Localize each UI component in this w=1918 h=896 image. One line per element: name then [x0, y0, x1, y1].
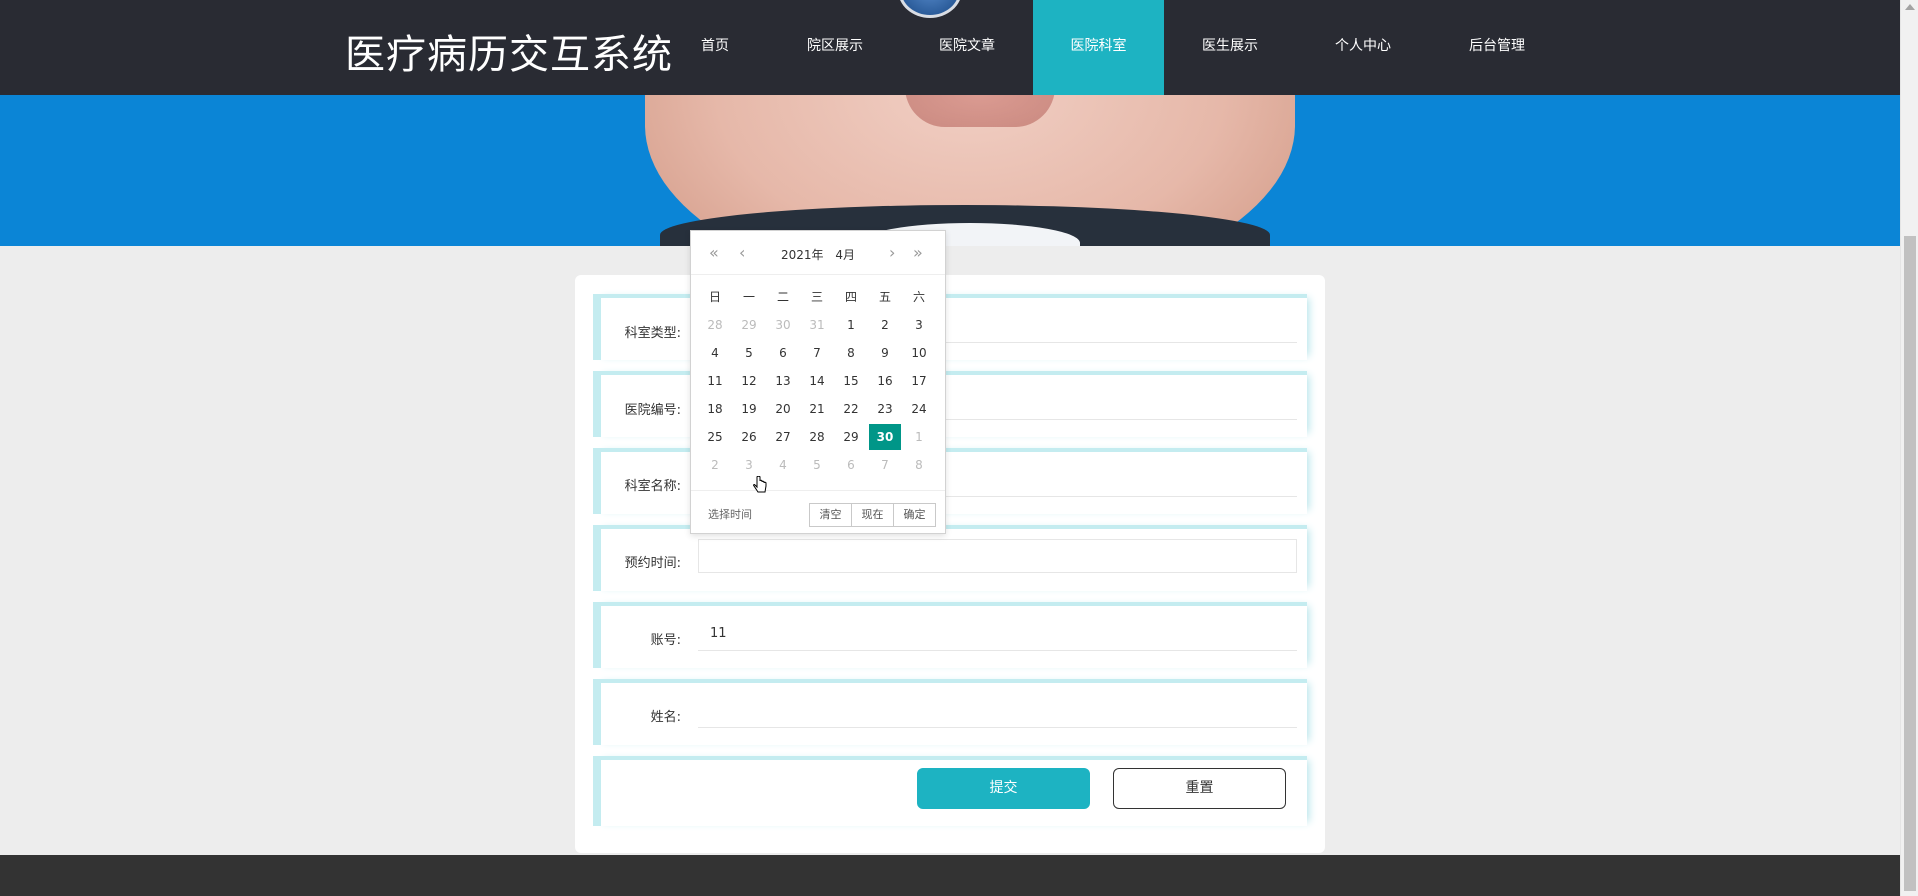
date-cell[interactable]: 15: [835, 368, 867, 394]
date-cell[interactable]: 4: [767, 452, 799, 478]
date-cell[interactable]: 11: [699, 368, 731, 394]
field-label: 科室名称:: [624, 479, 681, 494]
date-cell[interactable]: 6: [767, 340, 799, 366]
next-month-icon[interactable]: ›: [889, 243, 895, 262]
field-label: 科室类型:: [624, 326, 681, 341]
weekday-header: 三: [810, 290, 823, 304]
submit-button[interactable]: 提交: [917, 768, 1090, 809]
nav-item-admin[interactable]: 后台管理: [1452, 0, 1542, 95]
hand-cursor-icon: [753, 476, 767, 493]
date-cell[interactable]: 16: [869, 368, 901, 394]
date-cell[interactable]: 1: [835, 312, 867, 338]
weekday-header: 二: [776, 290, 789, 304]
date-cell[interactable]: 12: [733, 368, 765, 394]
now-button[interactable]: 现在: [851, 503, 894, 527]
account-input[interactable]: [698, 617, 1297, 651]
date-cell[interactable]: 7: [869, 452, 901, 478]
date-cell[interactable]: 7: [801, 340, 833, 366]
date-cell[interactable]: 31: [801, 312, 833, 338]
date-picker: « ‹ 2021年 4月 › » 日一二三四五六 28 29 30 31 1 2 3 4 5 6 7 8…: [690, 230, 946, 534]
date-cell[interactable]: 6: [835, 452, 867, 478]
date-cell[interactable]: 2: [699, 452, 731, 478]
form-row-account: 账号:: [593, 602, 1307, 668]
page-footer: [0, 855, 1900, 896]
nav-item-campus[interactable]: 院区展示: [790, 0, 880, 95]
date-cell[interactable]: 26: [733, 424, 765, 450]
weekday-header: 四: [844, 290, 857, 304]
field-label: 医院编号:: [624, 403, 681, 418]
site-brand[interactable]: 医疗病历交互系统: [345, 22, 673, 80]
month-selector[interactable]: 4月: [835, 248, 855, 262]
date-picker-title: 2021年 4月: [691, 246, 945, 263]
next-year-icon[interactable]: »: [913, 243, 923, 262]
date-cell[interactable]: 23: [869, 396, 901, 422]
date-cell[interactable]: 28: [801, 424, 833, 450]
banner-image: [0, 95, 1900, 246]
weekday-header: 六: [912, 290, 925, 304]
date-cell[interactable]: 18: [699, 396, 731, 422]
select-time-link[interactable]: 选择时间: [708, 506, 752, 522]
weekday-header: 五: [878, 290, 891, 304]
date-cell[interactable]: 25: [699, 424, 731, 450]
date-cell[interactable]: 9: [869, 340, 901, 366]
appointment-time-input[interactable]: [698, 539, 1297, 573]
scroll-thumb[interactable]: [1904, 236, 1916, 891]
date-cell[interactable]: 13: [767, 368, 799, 394]
field-label: 账号:: [650, 633, 681, 648]
date-cell[interactable]: 4: [699, 340, 731, 366]
weekday-header: 日: [708, 290, 721, 304]
date-cell[interactable]: 8: [835, 340, 867, 366]
date-cell[interactable]: 5: [733, 340, 765, 366]
weekday-header: 一: [742, 290, 755, 304]
date-cell[interactable]: 27: [767, 424, 799, 450]
field-label: 姓名:: [650, 710, 681, 725]
form-row-appointment-time: 预约时间:: [593, 525, 1307, 591]
date-cell[interactable]: 2: [869, 312, 901, 338]
field-label: 预约时间:: [624, 556, 681, 571]
date-cell[interactable]: 30: [767, 312, 799, 338]
date-cell[interactable]: 14: [801, 368, 833, 394]
date-cell[interactable]: 20: [767, 396, 799, 422]
nav-item-doctors[interactable]: 医生展示: [1185, 0, 1275, 95]
name-input[interactable]: [698, 694, 1297, 728]
date-picker-header: « ‹ 2021年 4月 › »: [691, 231, 945, 275]
nav-item-home[interactable]: 首页: [681, 0, 749, 95]
banner-lips: [905, 95, 1055, 127]
date-cell[interactable]: 24: [903, 396, 935, 422]
nav-item-departments[interactable]: 医院科室: [1033, 0, 1164, 95]
reset-button[interactable]: 重置: [1113, 768, 1286, 809]
top-navbar: 医疗病历交互系统 首页 院区展示 医院文章 医院科室 医生展示 个人中心 后台管…: [0, 0, 1900, 95]
scroll-up-arrow-icon[interactable]: [1905, 4, 1915, 10]
date-cell[interactable]: 22: [835, 396, 867, 422]
confirm-button[interactable]: 确定: [893, 503, 936, 527]
form-row-name: 姓名:: [593, 679, 1307, 745]
date-cell[interactable]: 28: [699, 312, 731, 338]
date-cell[interactable]: 3: [903, 312, 935, 338]
date-cell[interactable]: 29: [835, 424, 867, 450]
clear-button[interactable]: 清空: [809, 503, 852, 527]
date-cell[interactable]: 10: [903, 340, 935, 366]
date-cell[interactable]: 5: [801, 452, 833, 478]
date-cell[interactable]: 3: [733, 452, 765, 478]
date-cell[interactable]: 1: [903, 424, 935, 450]
date-cell[interactable]: 29: [733, 312, 765, 338]
date-cell-selected[interactable]: 30: [869, 424, 901, 450]
date-picker-footer: 选择时间 清空 现在 确定: [691, 490, 945, 534]
date-cell[interactable]: 17: [903, 368, 935, 394]
nav-item-profile[interactable]: 个人中心: [1318, 0, 1408, 95]
vertical-scrollbar[interactable]: [1900, 0, 1918, 896]
date-cell[interactable]: 8: [903, 452, 935, 478]
date-cell[interactable]: 19: [733, 396, 765, 422]
date-cell[interactable]: 21: [801, 396, 833, 422]
year-selector[interactable]: 2021年: [781, 248, 824, 262]
